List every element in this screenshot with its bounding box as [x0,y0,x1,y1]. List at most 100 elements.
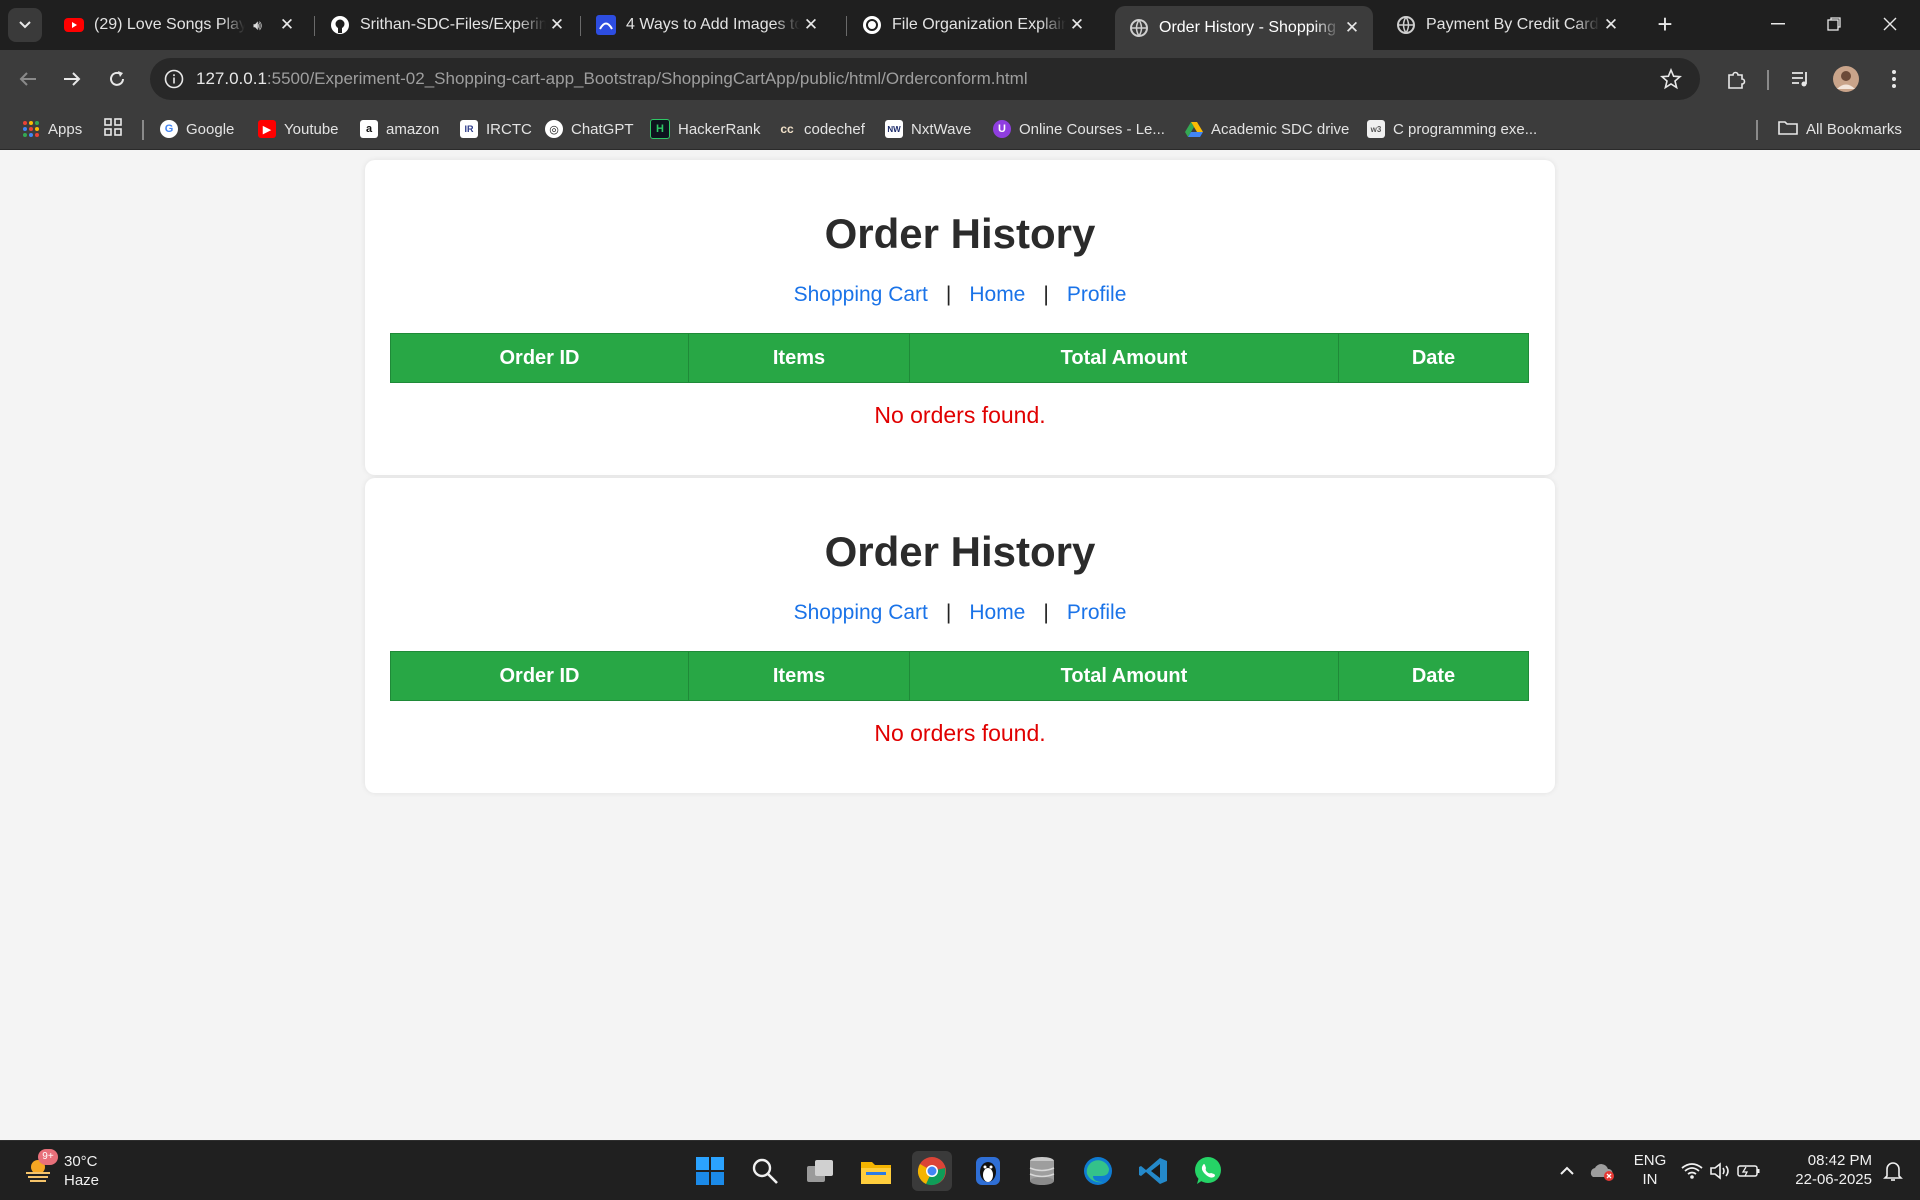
bookmark-label: Youtube [284,120,339,138]
tab-love-songs[interactable]: (29) Love Songs Play List 🔊︎ ✕ [50,6,308,44]
edge-taskbar-button[interactable] [1078,1151,1118,1191]
back-button[interactable] [12,63,44,95]
bookmark-google[interactable]: G Google [160,116,234,142]
bookmark-nxtwave[interactable]: NW NxtWave [885,116,971,142]
bookmark-hackerrank[interactable]: H HackerRank [650,116,761,142]
tab-groups-button[interactable] [104,116,122,142]
chevron-down-icon [19,21,31,29]
bookmark-amazon[interactable]: a amazon [360,116,439,142]
bookmark-chatgpt[interactable]: ◎ ChatGPT [545,116,634,142]
arrow-right-icon [64,72,81,86]
order-history-card: Order History Shopping Cart | Home | Profile… [365,160,1555,475]
github-icon [330,15,350,35]
profile-link[interactable]: Profile [1067,283,1127,306]
notifications-button[interactable] [1878,1151,1908,1191]
column-header-date: Date [1338,651,1529,701]
file-explorer-button[interactable] [856,1151,896,1191]
input-language[interactable]: ENG IN [1626,1151,1674,1189]
bookmark-irctc[interactable]: IR IRCTC [460,116,532,142]
bookmark-codechef[interactable]: cc codechef [778,116,865,142]
bookmark-star-icon[interactable] [1660,67,1682,95]
column-header-total-amount: Total Amount [909,333,1339,383]
system-clock[interactable]: 08:42 PM 22-06-2025 [1782,1151,1872,1189]
media-control-button[interactable] [1786,63,1818,95]
empty-orders-message: No orders found. [874,720,1046,746]
reload-icon [110,71,124,86]
task-view-button[interactable] [800,1151,840,1191]
tab-title: Order History - Shopping Cart [1159,19,1341,36]
codechef-icon: cc [778,120,796,138]
extensions-button[interactable] [1720,63,1752,95]
profile-link[interactable]: Profile [1067,601,1127,624]
bookmark-label: IRCTC [486,120,532,138]
address-bar[interactable]: 127.0.0.1:5500/Experiment-02_Shopping-ca… [150,58,1700,100]
database-taskbar-button[interactable] [1022,1151,1062,1191]
volume-icon [1710,1162,1729,1180]
tab-order-history[interactable]: Order History - Shopping Cart ✕ [1115,6,1373,50]
minimize-icon [1771,23,1785,25]
arrow-left-icon [19,72,36,86]
bookmark-label: HackerRank [678,120,761,138]
url-text: 127.0.0.1:5500/Experiment-02_Shopping-ca… [196,69,1028,89]
column-header-order-id: Order ID [390,651,689,701]
empty-orders-message: No orders found. [874,402,1046,428]
bookmark-apps[interactable]: Apps [22,116,82,142]
bookmark-academic-sdc-drive[interactable]: Academic SDC drive [1185,116,1349,142]
shopping-cart-link[interactable]: Shopping Cart [794,283,928,306]
column-header-items: Items [688,333,910,383]
close-tab-icon[interactable]: ✕ [800,14,822,36]
weather-widget[interactable]: 9+ 30°C Haze [18,1149,108,1193]
music-queue-icon [1792,72,1807,87]
search-icon [752,1158,778,1184]
chatgpt-icon: ◎ [545,120,563,138]
onedrive-status-button[interactable] [1582,1151,1622,1191]
chrome-taskbar-button[interactable] [912,1151,952,1191]
reload-button[interactable] [101,63,133,95]
bookmark-online-courses[interactable]: U Online Courses - Le... [993,116,1165,142]
app-taskbar-button[interactable] [968,1151,1008,1191]
tab-file-organization[interactable]: File Organization Explained ✕ [848,6,1098,44]
home-link[interactable]: Home [969,601,1025,624]
page-title: Order History [824,528,1096,575]
close-tab-icon[interactable]: ✕ [546,14,568,36]
start-button[interactable] [690,1151,730,1191]
restore-button[interactable] [1814,8,1854,40]
close-tab-icon[interactable]: ✕ [1600,14,1622,36]
menu-button[interactable] [1878,63,1910,95]
show-hidden-icons-button[interactable] [1547,1151,1587,1191]
vscode-icon [1139,1158,1167,1184]
bookmark-youtube[interactable]: ▶ Youtube [258,116,339,142]
tab-github[interactable]: Srithan-SDC-Files/Experiment ✕ [316,6,578,44]
chevron-up-icon [1560,1166,1574,1175]
link-separator: | [1043,283,1049,306]
puzzle-icon [1728,71,1746,89]
column-header-date: Date [1338,333,1529,383]
all-bookmarks-button[interactable]: All Bookmarks [1778,116,1902,142]
close-tab-icon[interactable]: ✕ [1341,17,1363,39]
profile-avatar[interactable] [1830,63,1862,95]
tab-add-images[interactable]: 4 Ways to Add Images to GitHub ✕ [582,6,832,44]
taskbar-search-button[interactable] [745,1151,785,1191]
new-tab-button[interactable]: + [1650,10,1680,40]
forward-button[interactable] [56,63,88,95]
vscode-taskbar-button[interactable] [1133,1151,1173,1191]
close-tab-icon[interactable]: ✕ [276,14,298,36]
home-link[interactable]: Home [969,283,1025,306]
quick-settings-button[interactable] [1676,1151,1766,1191]
speaker-icon[interactable]: 🔊︎ [253,17,268,34]
shopping-cart-link[interactable]: Shopping Cart [794,601,928,624]
tab-payment[interactable]: Payment By Credit Card ✕ [1382,6,1632,44]
site-info-icon[interactable] [164,69,184,94]
minimize-button[interactable] [1758,8,1798,40]
whatsapp-taskbar-button[interactable] [1188,1151,1228,1191]
chrome-icon [917,1157,946,1186]
battery-icon [1737,1165,1760,1177]
close-window-button[interactable] [1870,8,1910,40]
language-code: ENG [1633,1152,1667,1169]
browser-toolbar: 127.0.0.1:5500/Experiment-02_Shopping-ca… [0,50,1920,108]
tab-search-button[interactable] [8,8,42,42]
restore-icon [1827,17,1841,31]
close-tab-icon[interactable]: ✕ [1066,14,1088,36]
chatgpt-icon [862,15,882,35]
bookmark-c-programming[interactable]: w3 C programming exe... [1367,116,1537,142]
